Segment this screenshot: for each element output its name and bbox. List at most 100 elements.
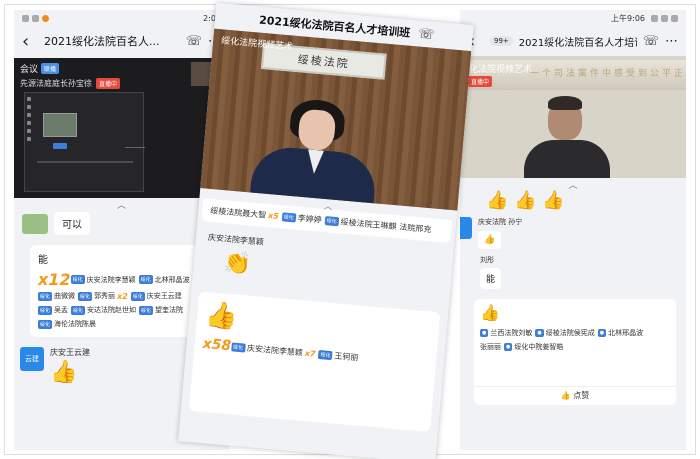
chip-name: 曲微微	[54, 292, 76, 300]
app-badge-icon	[42, 14, 49, 22]
share-toolbar	[27, 97, 33, 177]
chip-name: 望奎法院	[155, 306, 184, 314]
chip-badge: 绥化	[318, 349, 333, 360]
signal-icon	[651, 14, 658, 22]
collapse-icon[interactable]: ︿	[460, 178, 686, 191]
status-bar: 2:09	[14, 10, 229, 26]
status-time: 上午9:06	[611, 13, 645, 23]
shared-button	[53, 143, 67, 149]
reaction-card: 👍 ● 兰西法院刘敏 ● 绥棱法院侯宪成 ● 北林邢晶波 张丽丽 ● 绥化中院姜智皓 👍…	[474, 299, 676, 405]
chip-badge: 绥化	[324, 216, 340, 227]
chip-name: 安达法院赵世如	[87, 306, 137, 314]
name-chip: 绥化 海伦法院陈晨	[38, 319, 96, 329]
reaction-count: x58	[202, 335, 232, 355]
avatar[interactable]	[22, 213, 48, 234]
name-chip: 绥化 望奎法院	[139, 305, 183, 315]
sender-name: 刘彤	[480, 256, 494, 264]
chip-name: 兰西法院刘敏	[490, 329, 533, 337]
chip-badge: 绥化	[130, 291, 145, 301]
chip-name: 李婷婷	[297, 213, 323, 225]
unread-count[interactable]: 99+	[490, 36, 513, 46]
chip-name: 绥化中院姜智皓	[514, 343, 564, 351]
page-title: 2021绥化法院百名人...	[44, 35, 160, 48]
chip-badge: 绥化	[139, 305, 154, 315]
like-button[interactable]: 👍 点赞	[474, 386, 676, 401]
name-chip: 绥化 北林邢晶波	[138, 275, 190, 285]
video-overlay-title: 绥化法院视频艺术	[460, 65, 533, 75]
speaker-body	[524, 140, 610, 178]
thumbs-up-icon: 👍	[478, 231, 502, 249]
wall-slogan: 一个司法案件中感受到公平正义	[530, 69, 686, 79]
live-badge: 直播中	[96, 78, 121, 89]
chip-name: 海伦法院陈晨	[54, 320, 97, 328]
chat-bubble: 能	[480, 268, 502, 289]
live-video[interactable]: 一个司法案件中感受到公平正义 绥化法院视频艺术 直播中	[460, 56, 686, 178]
name-chip: ● 北林邢晶波	[597, 328, 644, 338]
call-icon[interactable]: ☏	[418, 26, 436, 42]
name-chip: 绥化 吴孟	[38, 305, 68, 315]
chip-row: x12 绥化 庆安法院李慧颖 绥化 北林邢晶波 绥化 曲微微 绥化 郭秀丽 x2 绥化 庆安…	[38, 270, 205, 331]
chip-name: 吴孟	[54, 306, 69, 314]
meeting-badge: 联播	[41, 63, 60, 74]
name-chip: 绥化 庆安王云建	[130, 291, 182, 301]
call-icon[interactable]: ☏	[186, 34, 202, 49]
name-chip: 法院邢充	[399, 222, 432, 236]
chip-name: 北林邢晶波	[154, 275, 190, 284]
reaction-card: 能 x12 绥化 庆安法院李慧颖 绥化 北林邢晶波 绥化 曲微微 绥化 郭秀丽 x2 绥化…	[30, 245, 213, 337]
chip-name: 庆安王云建	[146, 292, 182, 300]
shared-hint	[125, 147, 145, 157]
call-icon[interactable]: ☏	[643, 34, 659, 49]
presenter-text: 先源法庭庭长孙宝徐	[20, 79, 92, 88]
reaction-count: x12	[38, 270, 71, 289]
meeting-label: 会议	[20, 65, 39, 75]
chip-name: 绥棱法院王琳麒	[340, 217, 397, 232]
more-icon[interactable]: ⋯	[665, 34, 678, 49]
avatar[interactable]: 云建	[20, 347, 44, 371]
app-icon	[32, 14, 39, 22]
meeting-video[interactable]: 会议 联播 先源法庭庭长孙宝徐 直播中	[14, 58, 229, 198]
name-chip: ● 绥棱法院侯宪成	[535, 328, 595, 338]
chip-name: 张丽丽	[480, 343, 501, 351]
chip-name: 北林邢晶波	[608, 329, 644, 337]
chip-name: 庆安法院李慧颖	[86, 275, 136, 284]
shared-divider	[37, 161, 133, 163]
chip-name: 庆安法院李慧颖	[246, 343, 304, 358]
chip-row: ● 兰西法院刘敏 ● 绥棱法院侯宪成 ● 北林邢晶波 张丽丽 ● 绥化中院姜智皓	[480, 326, 670, 354]
name-chip: 绥化 王钶丽	[318, 349, 359, 363]
name-chip: 绥化 安达法院赵世如	[71, 305, 136, 315]
chip-badge-icon: ●	[535, 329, 544, 337]
chat-bubble: 可以	[54, 212, 90, 235]
page-title: 2021绥化法院百名人才培训班	[518, 37, 637, 49]
sender-name: 庆安王云建	[50, 348, 90, 357]
name-chip: 绥化 庆安法院李慧颖 x7	[230, 341, 316, 359]
middle-phone-screen: 2021绥化法院百名人才培训班 ☏ 绥棱法院 绥化法院视频艺术 ︿ 绥棱法院聂大…	[178, 2, 474, 459]
notification-icon	[22, 14, 29, 22]
live-video[interactable]: 绥棱法院 绥化法院视频艺术	[200, 28, 472, 211]
right-phone-screen: 上午9:06 ‹ 99+ 2021绥化法院百名人才培训班 ☏ ⋯ 一个司法案件中…	[460, 10, 686, 450]
thumbs-up-icon: 👍	[480, 303, 500, 322]
reaction-card: 👍 x58 绥化 庆安法院李慧颖 x7 绥化 王钶丽	[188, 291, 441, 432]
back-arrow-icon[interactable]: ‹	[22, 31, 38, 52]
status-icons	[22, 14, 49, 22]
shared-photo	[43, 113, 77, 137]
status-bar: 上午9:06	[460, 10, 686, 26]
meeting-tag: 会议 联播	[20, 62, 60, 75]
chip-badge: 绥化	[138, 275, 153, 284]
thumbs-up-icon: 👍	[50, 360, 78, 385]
chip-badge: 绥化	[71, 305, 86, 315]
name-chip: 绥化 曲微微	[38, 291, 75, 301]
collapse-icon[interactable]: ︿	[14, 198, 229, 211]
presenter-line: 先源法庭庭长孙宝徐 直播中	[20, 78, 121, 89]
chip-multiplier: x7	[304, 348, 316, 359]
chip-badge-icon: ●	[597, 329, 607, 337]
thumbs-up-icon: 👍 👍 👍	[486, 190, 565, 211]
chip-badge: 绥化	[78, 291, 93, 301]
chip-name: 郭秀丽	[94, 292, 116, 300]
avatar[interactable]	[460, 217, 472, 239]
name-chip: ● 兰西法院刘敏	[480, 328, 532, 338]
chip-badge: 绥化	[38, 305, 53, 315]
wifi-icon	[661, 14, 668, 22]
screen-share	[24, 92, 145, 192]
chip-name: 绥棱法院聂大智	[209, 206, 267, 220]
name-chip: 绥化 绥棱法院王琳麒	[324, 215, 397, 232]
